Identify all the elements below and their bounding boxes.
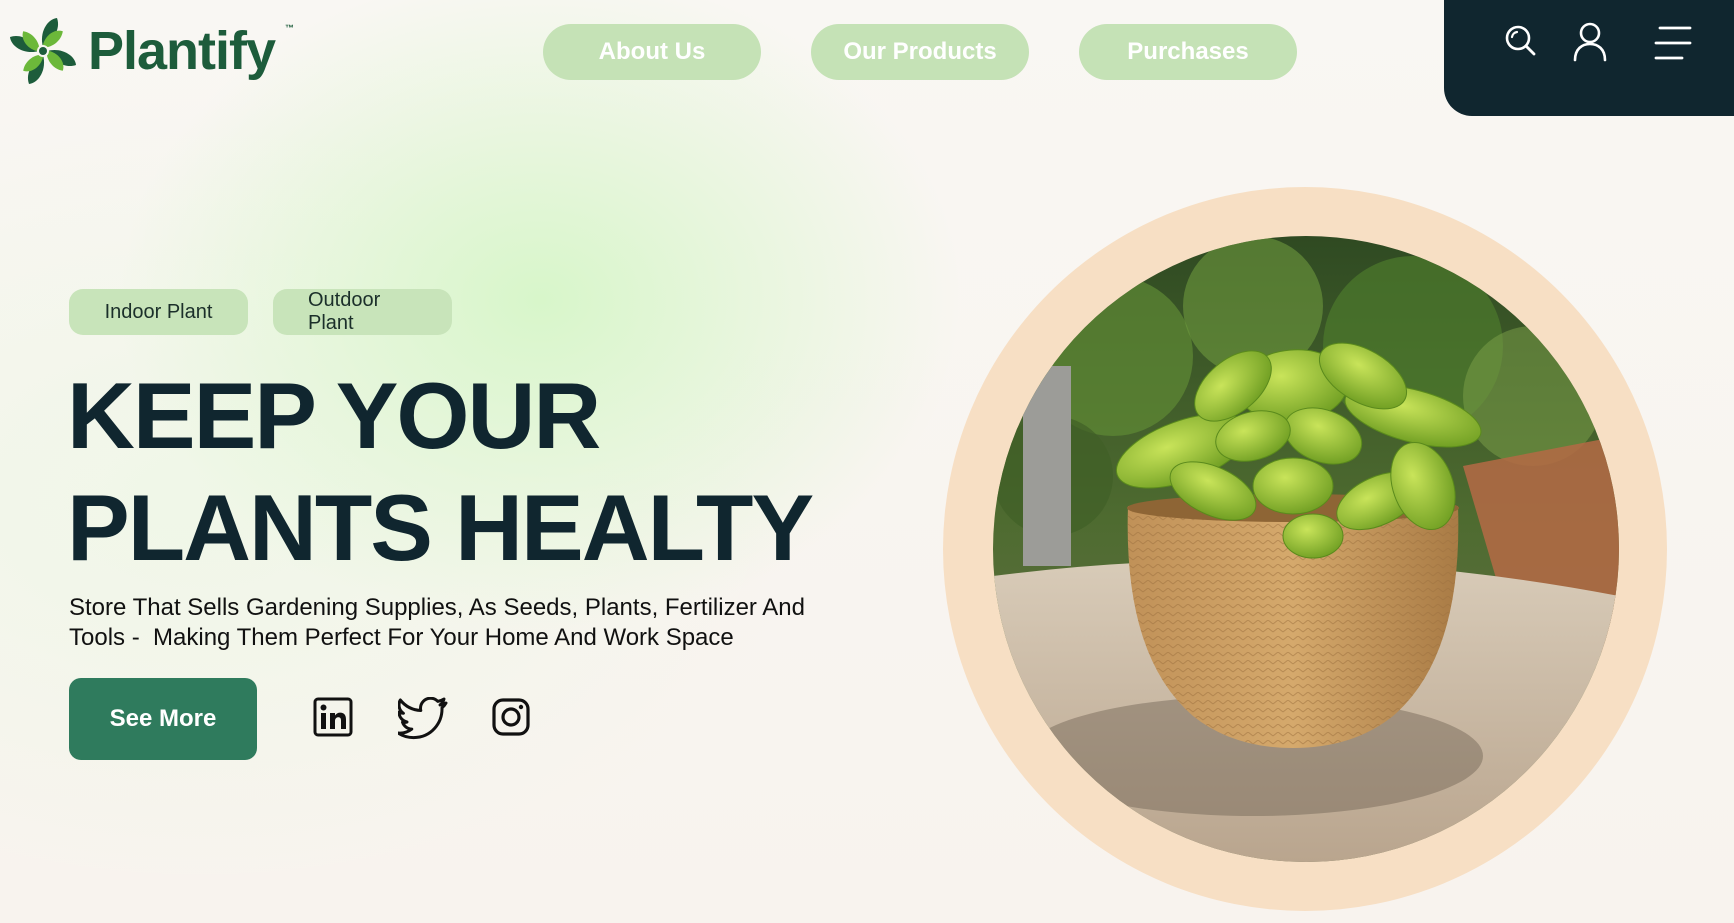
potted-plant-image xyxy=(993,236,1619,862)
hero-description-line-2: Tools - Making Them Perfect For Your Hom… xyxy=(69,624,734,651)
hero-title-line-1: KEEP YOUR xyxy=(67,363,601,468)
instagram-icon[interactable] xyxy=(491,697,531,742)
brand-name: Plantify ™ xyxy=(88,21,294,81)
main-nav: About Us Our Products Purchases xyxy=(543,24,1297,80)
plant-type-tags: Indoor Plant Outdoor Plant xyxy=(69,289,452,335)
pinwheel-leaf-icon xyxy=(10,18,76,84)
hero-description: Store That Sells Gardening Supplies, As … xyxy=(69,593,829,653)
see-more-button[interactable]: See More xyxy=(69,678,257,760)
trademark-mark: ™ xyxy=(285,23,294,33)
tag-outdoor-plant[interactable]: Outdoor Plant xyxy=(273,289,452,335)
linkedin-icon[interactable] xyxy=(313,697,353,742)
user-icon[interactable] xyxy=(1572,22,1608,67)
brand-logo[interactable]: Plantify ™ xyxy=(10,16,294,86)
hero-description-line-1: Store That Sells Gardening Supplies, As … xyxy=(69,594,805,621)
twitter-icon[interactable] xyxy=(396,696,450,746)
menu-icon[interactable] xyxy=(1654,24,1694,69)
tag-indoor-plant[interactable]: Indoor Plant xyxy=(69,289,248,335)
nav-about-us[interactable]: About Us xyxy=(543,24,761,80)
nav-our-products[interactable]: Our Products xyxy=(811,24,1029,80)
hero-title-line-2: PLANTS HEALTY xyxy=(67,475,814,580)
nav-purchases[interactable]: Purchases xyxy=(1079,24,1297,80)
search-icon[interactable] xyxy=(1504,24,1538,63)
top-actions-panel xyxy=(1444,0,1734,116)
hero-title: KEEP YOUR PLANTS HEALTY xyxy=(67,360,907,584)
